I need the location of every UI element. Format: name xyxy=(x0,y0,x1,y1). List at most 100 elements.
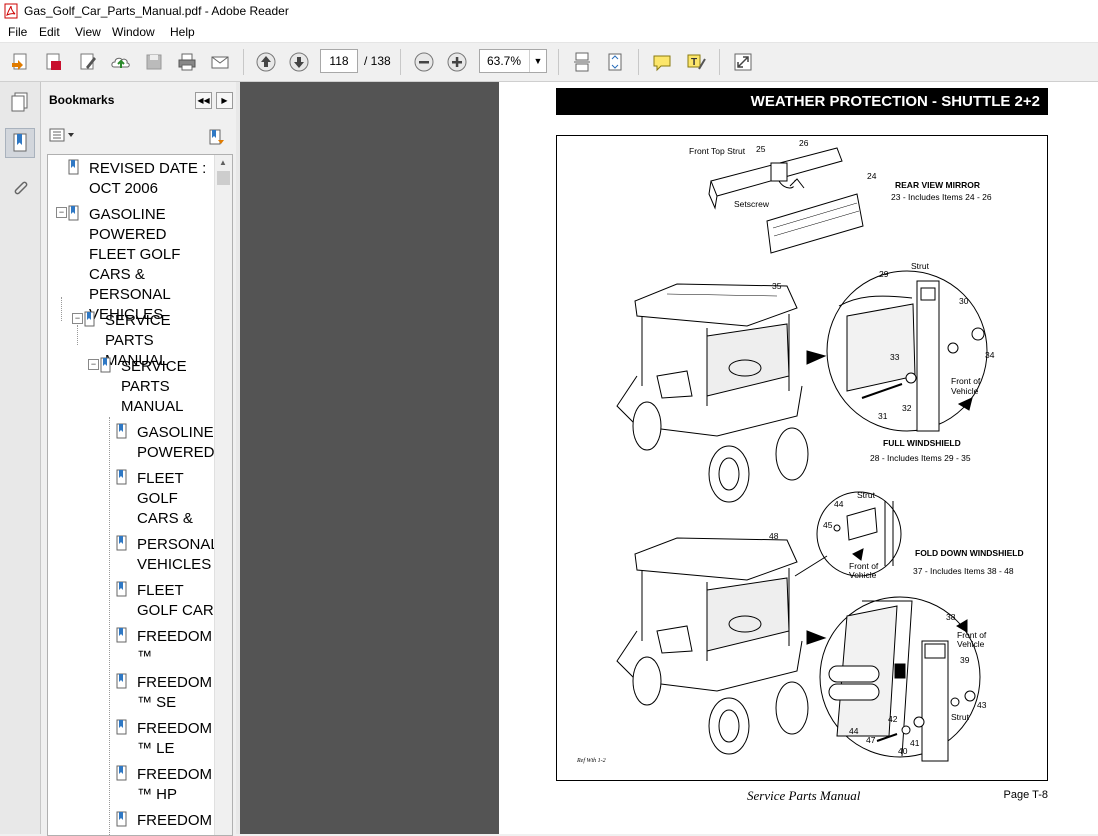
menu-help[interactable]: Help xyxy=(170,25,195,39)
zoom-out-button[interactable] xyxy=(412,51,436,73)
print-button[interactable] xyxy=(175,51,199,73)
scrollbar-thumb[interactable] xyxy=(217,171,230,185)
window-title: Gas_Golf_Car_Parts_Manual.pdf - Adobe Re… xyxy=(24,4,289,18)
bookmarks-scrollbar[interactable]: ▲ xyxy=(214,155,232,835)
bookmark-tree: REVISED DATE : OCT 2006 − GASOLINE POWER… xyxy=(47,154,233,836)
bookmarks-panel: Bookmarks ◀◀ ▶ REVISED DATE : OCT 2006 −… xyxy=(41,82,237,836)
label-48: 48 xyxy=(769,531,779,541)
bookmark-service-parts-manual-sub[interactable]: SERVICE PARTS MANUAL xyxy=(121,357,213,417)
menu-file[interactable]: File xyxy=(8,25,27,39)
save-icon xyxy=(146,54,162,70)
bookmark-fleet-golf-car[interactable]: FLEET GOLF CAR xyxy=(137,581,215,621)
collapse-panel-button[interactable]: ◀◀ xyxy=(195,92,212,109)
minus-circle-icon xyxy=(414,52,434,72)
page-footer-right: Page T-8 xyxy=(1003,789,1048,801)
label-vehicle-2: Vehicle xyxy=(849,570,877,580)
title-bar: Gas_Golf_Car_Parts_Manual.pdf - Adobe Re… xyxy=(0,0,1098,22)
document-background xyxy=(240,82,499,834)
fit-page-button[interactable] xyxy=(603,51,627,73)
highlight-text-button[interactable]: T xyxy=(684,51,708,73)
previous-page-button[interactable] xyxy=(254,51,278,73)
save-button[interactable] xyxy=(142,51,166,73)
bookmark-freedom[interactable]: FREEDOM ™ xyxy=(137,627,212,667)
tree-guide xyxy=(77,325,78,345)
page-number-input[interactable]: 118 xyxy=(320,49,358,73)
label-32: 32 xyxy=(902,403,912,413)
create-pdf-icon xyxy=(46,53,61,70)
page-thumbnails-icon xyxy=(11,92,28,112)
bookmark-gasoline-powered[interactable]: GASOLINE POWERED xyxy=(137,423,217,463)
fit-width-button[interactable] xyxy=(570,51,594,73)
bookmark-icon xyxy=(116,719,127,735)
cloud-upload-button[interactable] xyxy=(109,51,133,73)
label-35: 35 xyxy=(772,281,782,291)
bookmark-options-button[interactable] xyxy=(49,128,75,145)
scroll-up-icon[interactable]: ▲ xyxy=(219,158,227,167)
mirror-drawing xyxy=(708,147,864,254)
label-43: 43 xyxy=(977,700,987,710)
label-42: 42 xyxy=(888,714,898,724)
highlight-text-icon: T xyxy=(687,54,706,70)
label-24: 24 xyxy=(867,171,877,181)
email-button[interactable] xyxy=(208,51,232,73)
create-pdf-button[interactable] xyxy=(42,51,66,73)
collapse-toggle[interactable]: − xyxy=(56,207,67,218)
toolbar-separator xyxy=(719,49,720,75)
parts-figure: Front Top Strut Setscrew 25 26 24 REAR V… xyxy=(556,135,1048,781)
label-strut-full: Strut xyxy=(911,261,930,271)
email-icon xyxy=(211,56,229,69)
cloud-upload-icon xyxy=(111,57,130,68)
label-47: 47 xyxy=(866,735,876,745)
label-26: 26 xyxy=(799,138,809,148)
bookmark-fleet-golf-cars[interactable]: FLEET GOLF CARS & xyxy=(137,469,215,529)
scrolling-mode-icon xyxy=(574,52,590,72)
svg-text:T: T xyxy=(691,57,697,68)
open-file-icon xyxy=(12,53,27,70)
expand-bookmark-button[interactable] xyxy=(206,128,226,149)
attachments-button[interactable] xyxy=(6,174,34,202)
label-44-b: 44 xyxy=(849,726,859,736)
label-34: 34 xyxy=(985,350,995,360)
bookmarks-button[interactable] xyxy=(5,128,35,158)
bookmark-personal-vehicles[interactable]: PERSONAL VEHICLES xyxy=(137,535,218,575)
menu-view[interactable]: View xyxy=(75,25,101,39)
bookmark-freedom-se[interactable]: FREEDOM ™ SE xyxy=(137,673,212,713)
arrow-down-circle-icon xyxy=(289,52,309,72)
figure-reference: Ref Wth 1-2 xyxy=(576,757,606,764)
page-header: WEATHER PROTECTION - SHUTTLE 2+2 xyxy=(556,88,1048,115)
bookmark-freedom-le[interactable]: FREEDOM ™ LE xyxy=(137,719,212,759)
label-45: 45 xyxy=(823,520,833,530)
collapse-toggle[interactable]: − xyxy=(72,313,83,324)
bookmark-icon xyxy=(84,311,95,327)
tree-guide xyxy=(109,417,110,835)
bookmark-icon xyxy=(116,627,127,643)
expand-bookmark-icon xyxy=(209,129,224,145)
label-41: 41 xyxy=(910,738,920,748)
panel-options-button[interactable]: ▶ xyxy=(216,92,233,109)
label-vehicle-1: Vehicle xyxy=(951,386,979,396)
bookmark-gasoline-powered-fleet[interactable]: GASOLINE POWERED FLEET GOLF CARS & PERSO… xyxy=(89,205,213,325)
next-page-button[interactable] xyxy=(287,51,311,73)
page-thumbnails-button[interactable] xyxy=(6,88,34,116)
edit-pdf-button[interactable] xyxy=(76,51,100,73)
comment-button[interactable] xyxy=(650,51,674,73)
menu-window[interactable]: Window xyxy=(112,25,155,39)
comment-icon xyxy=(653,55,671,72)
collapse-toggle[interactable]: − xyxy=(88,359,99,370)
full-windshield-title: FULL WINDSHIELD xyxy=(883,438,961,448)
bookmark-freedom-hp[interactable]: FREEDOM ™ HP xyxy=(137,765,212,805)
full-screen-button[interactable] xyxy=(731,51,755,73)
label-31: 31 xyxy=(878,411,888,421)
options-list-icon xyxy=(49,128,74,142)
bookmark-freedom-next[interactable]: FREEDOM xyxy=(137,811,212,831)
chevron-down-icon[interactable]: ▼ xyxy=(529,50,546,72)
label-40: 40 xyxy=(898,746,908,756)
open-button[interactable] xyxy=(9,51,33,73)
bookmark-icon xyxy=(116,469,127,485)
bookmark-revised-date[interactable]: REVISED DATE : OCT 2006 xyxy=(89,159,209,199)
menu-edit[interactable]: Edit xyxy=(39,25,60,39)
zoom-in-button[interactable] xyxy=(445,51,469,73)
menu-bar: File Edit View Window Help xyxy=(0,22,1098,43)
label-strut-fold: Strut xyxy=(951,712,970,722)
zoom-select[interactable]: 63.7% ▼ xyxy=(479,49,547,73)
